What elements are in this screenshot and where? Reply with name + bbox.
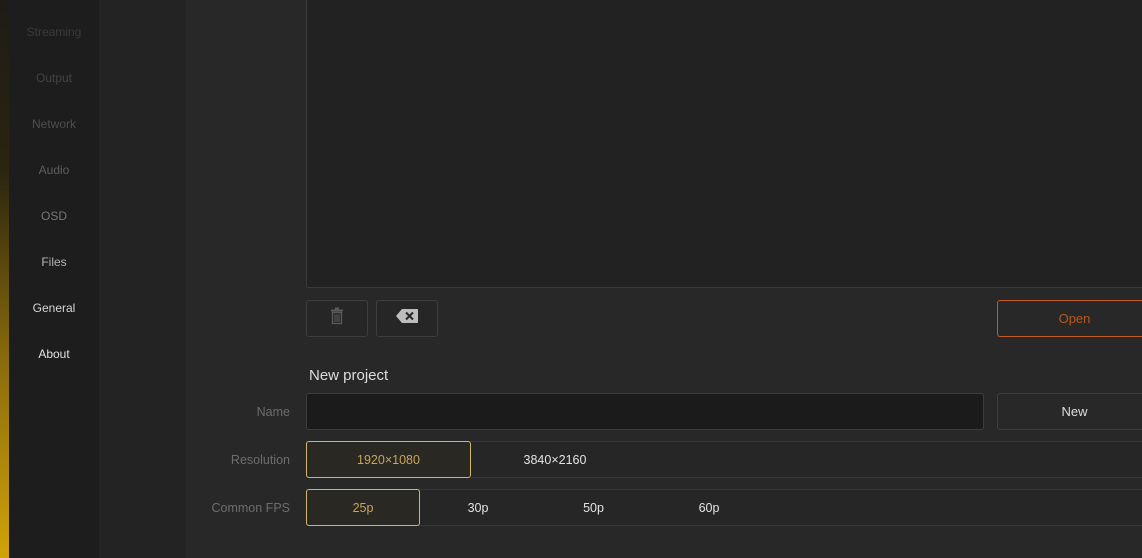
fps-option-25p[interactable]: 25p: [306, 489, 420, 526]
resolution-label: Resolution: [230, 453, 290, 467]
project-name-input[interactable]: [306, 393, 984, 430]
file-list[interactable]: [306, 0, 1142, 288]
sidebar-item-about[interactable]: About: [9, 346, 99, 362]
resolution-option-1920x1080[interactable]: 1920×1080: [306, 441, 471, 478]
sidebar-item-general[interactable]: General: [9, 300, 99, 316]
name-label: Name: [256, 405, 290, 419]
backspace-icon: [396, 309, 418, 328]
sidebar-item-osd[interactable]: OSD: [9, 208, 99, 224]
new-project-title: New project: [309, 367, 389, 384]
fps-option-60p[interactable]: 60p: [651, 489, 767, 526]
trash-icon: [329, 307, 345, 330]
fps-option-50p[interactable]: 50p: [536, 489, 651, 526]
sidebar-item-audio[interactable]: Audio: [9, 162, 99, 178]
sidebar-item-output[interactable]: Output: [9, 70, 99, 86]
resolution-option-3840x2160[interactable]: 3840×2160: [471, 441, 639, 478]
sidebar-item-network[interactable]: Network: [9, 116, 99, 132]
sidebar-accent-strip: [0, 0, 9, 558]
sidebar-item-files[interactable]: Files: [9, 254, 99, 270]
sidebar: Streaming Output Network Audio OSD Files…: [9, 0, 99, 558]
open-button[interactable]: Open: [997, 300, 1142, 337]
clear-button[interactable]: [376, 300, 438, 337]
sidebar-item-streaming[interactable]: Streaming: [9, 24, 99, 40]
delete-file-button[interactable]: [306, 300, 368, 337]
common-fps-label: Common FPS: [211, 501, 291, 515]
fps-option-30p[interactable]: 30p: [420, 489, 536, 526]
sidebar-spacer: [99, 0, 186, 558]
new-project-button[interactable]: New: [997, 393, 1142, 430]
